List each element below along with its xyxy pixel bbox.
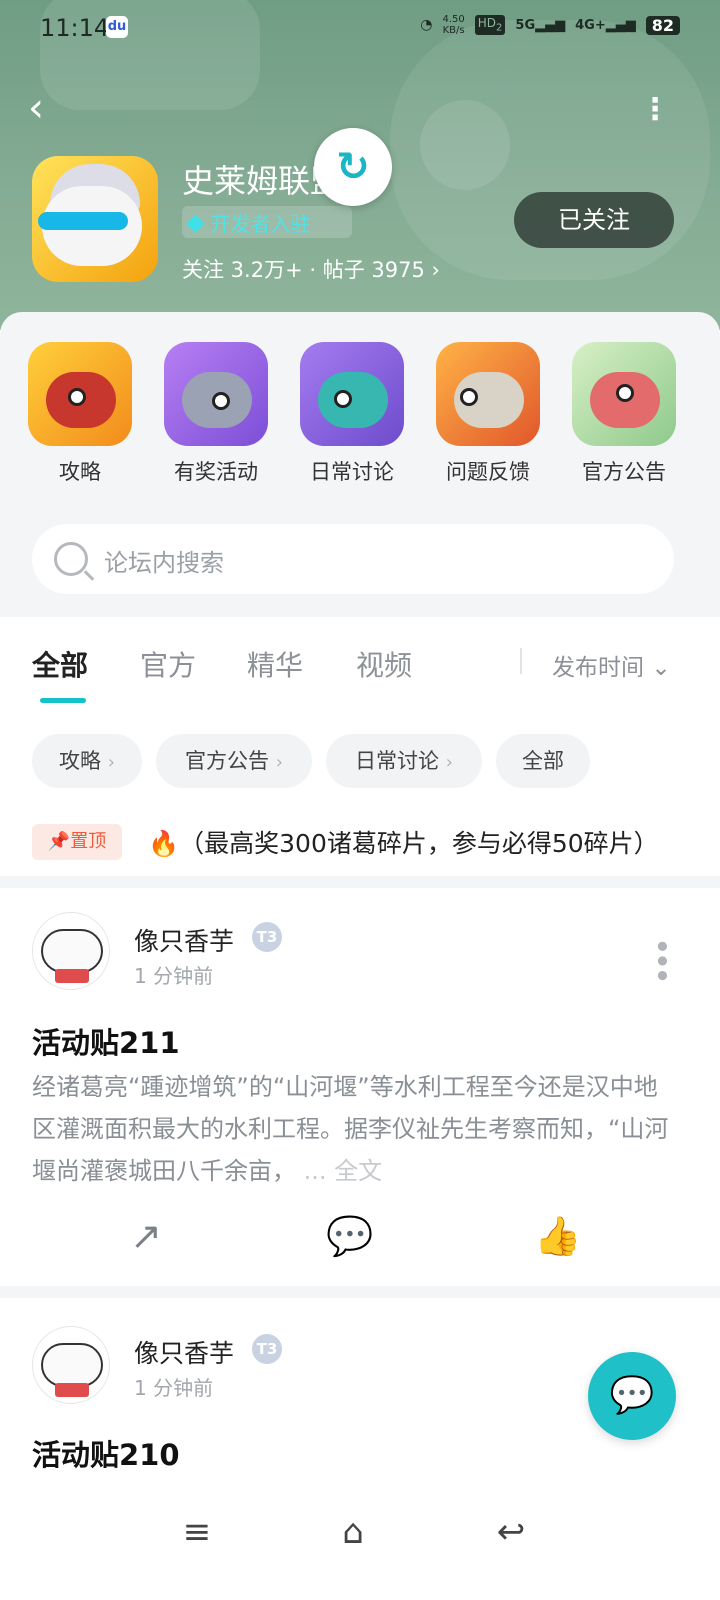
category-feedback[interactable]: 问题反馈 xyxy=(434,342,542,486)
section-separator xyxy=(0,876,720,888)
baidu-app-icon: du xyxy=(106,16,128,38)
alarm-icon: ◔ xyxy=(420,17,433,33)
read-more-link[interactable]: ... 全文 xyxy=(304,1157,383,1185)
category-event[interactable]: 有奖活动 xyxy=(162,342,270,486)
level-badge: T3 xyxy=(252,922,282,952)
active-tab-indicator xyxy=(40,698,86,703)
discussion-icon xyxy=(300,342,404,446)
battery-level: 82 xyxy=(645,15,680,35)
post-time: 1 分钟前 xyxy=(134,1376,214,1400)
header-background-art-circle xyxy=(420,100,510,190)
chip-announcement[interactable]: 官方公告 › xyxy=(156,734,312,788)
category-discussion[interactable]: 日常讨论 xyxy=(298,342,406,486)
search-icon xyxy=(54,542,88,576)
share-icon[interactable]: ↗ xyxy=(122,1212,170,1260)
tab-divider xyxy=(520,648,522,674)
chat-fab-icon[interactable]: 💬 xyxy=(588,1352,676,1440)
more-options-icon[interactable]: ⋮ xyxy=(640,92,670,132)
system-nav-bar: ≡ ⌂ ↩ xyxy=(0,1490,720,1600)
chip-strategy[interactable]: 攻略 › xyxy=(32,734,142,788)
menu-icon[interactable]: ≡ xyxy=(172,1512,222,1552)
follow-button[interactable]: 已关注 xyxy=(514,192,674,248)
post-more-icon[interactable]: ••• xyxy=(646,938,676,982)
tab-video[interactable]: 视频 xyxy=(356,644,412,684)
developer-badge[interactable]: ◆ 开发者入驻 xyxy=(182,206,352,238)
game-avatar[interactable] xyxy=(32,156,158,282)
post-author[interactable]: 像只香芋 xyxy=(134,922,234,958)
signal-5g-icon: 5G▂▄▆ xyxy=(515,17,566,33)
announcement-icon xyxy=(572,342,676,446)
pinned-post[interactable]: 📌置顶 🔥（最高奖300诸葛碎片，参与必得50碎片） xyxy=(0,818,720,868)
pinned-title: 🔥（最高奖300诸葛碎片，参与必得50碎片） xyxy=(148,829,659,858)
tab-featured[interactable]: 精华 xyxy=(247,644,303,684)
back-icon[interactable]: ↩ xyxy=(486,1512,536,1552)
comment-icon[interactable]: 💬 xyxy=(326,1212,374,1260)
feedback-icon xyxy=(436,342,540,446)
post-author[interactable]: 像只香芋 xyxy=(134,1334,234,1370)
home-icon[interactable]: ⌂ xyxy=(328,1512,378,1552)
chip-discussion[interactable]: 日常讨论 › xyxy=(326,734,482,788)
refresh-icon[interactable]: ↻ xyxy=(314,128,392,206)
post-time: 1 分钟前 xyxy=(134,964,214,988)
chevron-down-icon: ⌄ xyxy=(651,655,671,681)
search-input[interactable]: 论坛内搜索 xyxy=(32,524,674,594)
level-badge: T3 xyxy=(252,1334,282,1364)
avatar[interactable] xyxy=(32,912,110,990)
diamond-icon: ◆ xyxy=(186,208,205,236)
chip-all[interactable]: 全部 xyxy=(496,734,590,788)
hd-icon: HD2 xyxy=(474,15,506,35)
strategy-icon xyxy=(28,342,132,446)
post-title[interactable]: 活动贴211 xyxy=(32,1020,180,1062)
tab-all[interactable]: 全部 xyxy=(32,644,88,684)
network-speed: 4.50 KB/s xyxy=(442,14,465,36)
category-announcement[interactable]: 官方公告 xyxy=(570,342,678,486)
avatar[interactable] xyxy=(32,1326,110,1404)
like-icon[interactable]: 👍 xyxy=(534,1212,582,1260)
status-bar: 11:14 du ◔ 4.50 KB/s HD2 5G▂▄▆ 4G+▂▄▆ 82 xyxy=(0,0,720,56)
post-title[interactable]: 活动贴210 xyxy=(32,1432,180,1474)
fire-icon: 🔥 xyxy=(148,829,180,858)
forum-stats[interactable]: 关注 3.2万+ · 帖子 3975 › xyxy=(182,254,440,284)
event-icon xyxy=(164,342,268,446)
pinned-badge: 📌置顶 xyxy=(32,824,122,860)
section-separator xyxy=(0,1286,720,1298)
signal-4g-icon: 4G+▂▄▆ xyxy=(575,17,636,33)
category-strategy[interactable]: 攻略 xyxy=(26,342,134,486)
status-time: 11:14 xyxy=(40,14,110,42)
tab-official[interactable]: 官方 xyxy=(140,644,196,684)
status-icons: ◔ 4.50 KB/s HD2 5G▂▄▆ 4G+▂▄▆ 82 xyxy=(420,14,680,36)
post-excerpt[interactable]: 经诸葛亮“踵迹增筑”的“山河堰”等水利工程至今还是汉中地区灌溉面积最大的水利工程… xyxy=(32,1066,672,1192)
sort-dropdown[interactable]: 发布时间 ⌄ xyxy=(552,648,671,682)
back-button[interactable]: ‹ xyxy=(28,88,68,132)
pin-icon: 📌 xyxy=(47,831,71,852)
